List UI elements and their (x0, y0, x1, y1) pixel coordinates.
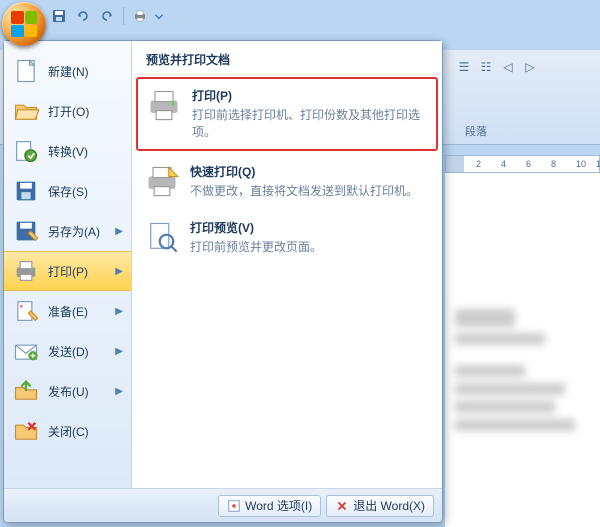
chevron-right-icon: ▶ (115, 266, 123, 277)
footer-btn-label: 退出 Word(X) (353, 497, 425, 514)
office-menu-footer: Word 选项(I) 退出 Word(X) (4, 488, 442, 522)
submenu-print[interactable]: 打印(P) 打印前选择打印机、打印份数及其他打印选项。 (136, 77, 438, 151)
exit-word-button[interactable]: 退出 Word(X) (326, 495, 434, 517)
open-icon (12, 97, 40, 125)
send-icon (12, 337, 40, 365)
quick-access-toolbar (48, 5, 165, 27)
submenu-label: 打印(P) (192, 87, 428, 104)
menu-label: 另存为(A) (48, 223, 115, 240)
ruler-mark: 12 (596, 159, 600, 169)
menu-label: 发布(U) (48, 383, 115, 400)
submenu-desc: 不做更改，直接将文档发送到默认打印机。 (190, 183, 430, 200)
chevron-right-icon: ▶ (115, 226, 123, 237)
quick-print-icon (144, 163, 180, 199)
menu-label: 打开(O) (48, 103, 123, 120)
submenu-title: 预览并打印文档 (132, 41, 442, 75)
print-preview-icon (144, 219, 180, 255)
menu-save[interactable]: 保存(S) (4, 171, 131, 211)
chevron-right-icon: ▶ (115, 346, 123, 357)
office-button[interactable] (2, 2, 46, 46)
ruler-mark: 2 (476, 159, 481, 169)
menu-label: 新建(N) (48, 63, 123, 80)
ruler-margin (446, 156, 464, 172)
menu-label: 转换(V) (48, 143, 123, 160)
footer-btn-label: Word 选项(I) (245, 497, 312, 514)
qat-undo-button[interactable] (72, 5, 94, 27)
menu-convert[interactable]: 转换(V) (4, 131, 131, 171)
menu-label: 打印(P) (48, 263, 115, 280)
qat-save-button[interactable] (48, 5, 70, 27)
qat-separator (123, 7, 124, 25)
submenu-desc: 打印前选择打印机、打印份数及其他打印选项。 (192, 107, 428, 141)
ruler-mark: 4 (501, 159, 506, 169)
new-icon (12, 57, 40, 85)
save-as-icon (12, 217, 40, 245)
submenu-label: 打印预览(V) (190, 219, 430, 236)
ribbon-group-paragraph: 段落 (450, 95, 502, 139)
submenu-desc: 打印前预览并更改页面。 (190, 239, 430, 256)
number-list-button[interactable]: ☷ (477, 58, 495, 76)
decrease-indent-button[interactable]: ◁ (499, 58, 517, 76)
convert-icon (12, 137, 40, 165)
chevron-right-icon: ▶ (115, 386, 123, 397)
save-icon (12, 177, 40, 205)
office-submenu: 预览并打印文档 打印(P) 打印前选择打印机、打印份数及其他打印选项。 快速打印… (132, 41, 442, 488)
menu-save-as[interactable]: 另存为(A) ▶ (4, 211, 131, 251)
printer-icon (146, 87, 182, 123)
bullet-list-button[interactable]: ☰ (455, 58, 473, 76)
menu-close[interactable]: 关闭(C) (4, 411, 131, 451)
close-icon (12, 417, 40, 445)
word-options-button[interactable]: Word 选项(I) (218, 495, 321, 517)
qat-dropdown-button[interactable] (153, 5, 165, 27)
office-logo-icon (11, 11, 37, 37)
horizontal-ruler[interactable]: 2 4 6 8 10 12 (445, 155, 600, 173)
office-menu: 新建(N) 打开(O) 转换(V) 保存(S) 另存为(A) ▶ 打印(P (3, 40, 443, 523)
submenu-label: 快速打印(Q) (190, 163, 430, 180)
ruler-mark: 6 (526, 159, 531, 169)
menu-open[interactable]: 打开(O) (4, 91, 131, 131)
ruler-mark: 10 (576, 159, 586, 169)
ribbon-group-label: 段落 (465, 123, 487, 139)
submenu-quick-print[interactable]: 快速打印(Q) 不做更改，直接将文档发送到默认打印机。 (132, 153, 442, 210)
document-area[interactable] (445, 173, 600, 527)
exit-icon (335, 499, 349, 513)
qat-print-button[interactable] (129, 5, 151, 27)
blurred-content (455, 309, 590, 431)
menu-publish[interactable]: 发布(U) ▶ (4, 371, 131, 411)
qat-redo-button[interactable] (96, 5, 118, 27)
menu-print[interactable]: 打印(P) ▶ (4, 251, 131, 291)
menu-prepare[interactable]: 准备(E) ▶ (4, 291, 131, 331)
menu-label: 发送(D) (48, 343, 115, 360)
prepare-icon (12, 297, 40, 325)
office-menu-left: 新建(N) 打开(O) 转换(V) 保存(S) 另存为(A) ▶ 打印(P (4, 41, 132, 488)
increase-indent-button[interactable]: ▷ (521, 58, 539, 76)
menu-label: 关闭(C) (48, 423, 123, 440)
ruler-mark: 8 (551, 159, 556, 169)
options-icon (227, 499, 241, 513)
menu-send[interactable]: 发送(D) ▶ (4, 331, 131, 371)
submenu-print-preview[interactable]: 打印预览(V) 打印前预览并更改页面。 (132, 209, 442, 266)
chevron-right-icon: ▶ (115, 306, 123, 317)
menu-label: 准备(E) (48, 303, 115, 320)
print-icon (12, 257, 40, 285)
menu-new[interactable]: 新建(N) (4, 51, 131, 91)
menu-label: 保存(S) (48, 183, 123, 200)
publish-icon (12, 377, 40, 405)
